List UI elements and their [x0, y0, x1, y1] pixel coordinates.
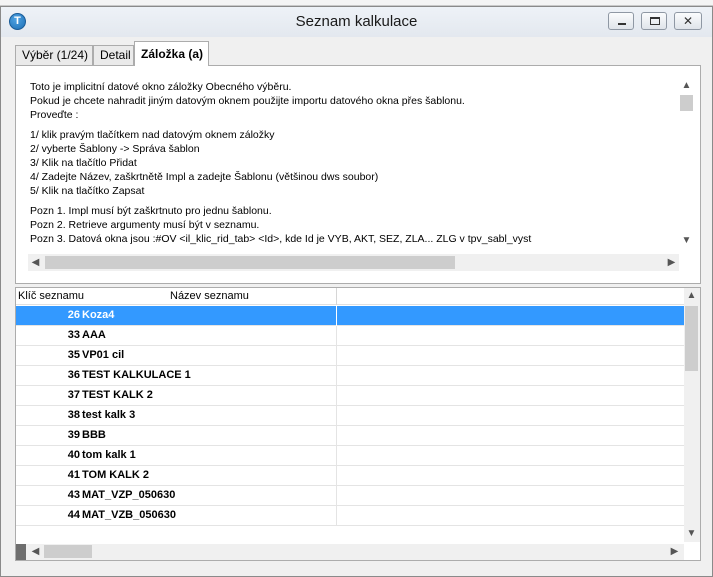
row-key: 36 — [67, 369, 80, 381]
table-row[interactable]: 40 tom kalk 1 — [16, 446, 684, 466]
maximize-icon — [650, 17, 660, 25]
list-grid: Klíč seznamu Název seznamu 26 Koza4 33 AAA… — [15, 287, 701, 561]
row-name: Koza4 — [82, 309, 115, 321]
scroll-thumb[interactable] — [45, 256, 455, 269]
table-row[interactable]: 33 AAA — [16, 326, 684, 346]
row-name: MAT_VZP_050630 — [82, 489, 176, 501]
scroll-left-icon[interactable]: ◀ — [28, 255, 43, 270]
close-button[interactable]: ✕ — [674, 12, 702, 30]
title-bar[interactable]: T Seznam kalkulace ✕ — [1, 7, 712, 37]
table-row[interactable]: 35 VP01 cil — [16, 346, 684, 366]
grid-horizontal-scrollbar[interactable]: ◀ ▶ — [16, 544, 684, 560]
info-line: 1/ klik pravým tlačítkem nad datovým okn… — [30, 129, 275, 141]
scroll-down-icon[interactable]: ▼ — [684, 526, 699, 541]
row-name: AAA — [82, 329, 106, 341]
row-name: tom kalk 1 — [82, 449, 136, 461]
column-header-key[interactable]: Klíč seznamu — [18, 290, 84, 302]
row-key: 26 — [67, 309, 80, 321]
table-row[interactable]: 41 TOM KALK 2 — [16, 466, 684, 486]
maximize-button[interactable] — [641, 12, 667, 30]
tab-vyber[interactable]: Výběr (1/24) — [15, 45, 93, 65]
row-name: BBB — [82, 429, 106, 441]
info-line: Pozn 2. Retrieve argumenty musí být v se… — [30, 219, 260, 231]
column-header-name[interactable]: Název seznamu — [170, 290, 249, 302]
info-line: Pozn 3. Datová okna jsou :#OV <il_klic_r… — [30, 233, 532, 245]
scroll-thumb[interactable] — [685, 306, 698, 371]
table-row[interactable]: 43 MAT_VZP_050630 — [16, 486, 684, 506]
info-line: 5/ Klik na tlačítko Zapsat — [30, 185, 145, 197]
scroll-down-icon[interactable]: ▼ — [679, 233, 694, 248]
close-icon: ✕ — [682, 14, 694, 28]
table-row[interactable]: 37 TEST KALK 2 — [16, 386, 684, 406]
row-name: TEST KALK 2 — [82, 389, 153, 401]
info-text-area[interactable]: Toto je implicitní datové okno záložky O… — [28, 78, 679, 248]
dialog-window: T Seznam kalkulace ✕ Výběr (1/24) Detail… — [0, 6, 713, 577]
split-handle[interactable] — [16, 544, 26, 560]
table-row[interactable]: 44 MAT_VZB_050630 — [16, 506, 684, 526]
row-key: 44 — [67, 509, 80, 521]
scroll-up-icon[interactable]: ▲ — [684, 288, 699, 303]
tab-detail[interactable]: Detail — [93, 45, 134, 65]
table-row[interactable]: 38 test kalk 3 — [16, 406, 684, 426]
scroll-right-icon[interactable]: ▶ — [664, 255, 679, 270]
info-line: 3/ Klik na tlačítlo Přidat — [30, 157, 137, 169]
tab-panel-zalozka: Toto je implicitní datové okno záložky O… — [15, 65, 701, 284]
table-row[interactable]: 39 BBB — [16, 426, 684, 446]
info-line: Proveďte : — [30, 109, 79, 121]
grid-vertical-scrollbar[interactable]: ▲ ▼ — [684, 288, 700, 542]
info-line: Pozn 1. Impl musí být zaškrtnuto pro jed… — [30, 205, 272, 217]
info-horizontal-scrollbar[interactable]: ◀ ▶ — [28, 254, 679, 271]
minimize-button[interactable] — [608, 12, 634, 30]
row-name: TEST KALKULACE 1 — [82, 369, 191, 381]
scroll-right-icon[interactable]: ▶ — [667, 544, 682, 559]
grid-header: Klíč seznamu Název seznamu — [16, 288, 684, 305]
row-name: test kalk 3 — [82, 409, 136, 421]
row-name: MAT_VZB_050630 — [82, 509, 176, 521]
row-key: 33 — [67, 329, 80, 341]
minimize-icon — [618, 23, 626, 25]
row-name: VP01 cil — [82, 349, 125, 361]
table-row[interactable]: 26 Koza4 — [16, 306, 684, 326]
info-line: Toto je implicitní datové okno záložky O… — [30, 81, 292, 93]
row-key: 38 — [67, 409, 80, 421]
scroll-thumb[interactable] — [44, 545, 92, 558]
row-key: 41 — [67, 469, 80, 481]
row-key: 40 — [67, 449, 80, 461]
info-vertical-scrollbar[interactable]: ▲ ▼ — [679, 78, 694, 248]
scroll-up-icon[interactable]: ▲ — [679, 78, 694, 93]
info-line: Pokud je chcete nahradit jiným datovým o… — [30, 95, 465, 107]
row-key: 43 — [67, 489, 80, 501]
scroll-thumb[interactable] — [680, 95, 693, 111]
row-name: TOM KALK 2 — [82, 469, 150, 481]
scroll-left-icon[interactable]: ◀ — [28, 544, 43, 559]
table-row[interactable]: 36 TEST KALKULACE 1 — [16, 366, 684, 386]
row-key: 37 — [67, 389, 80, 401]
info-line: 4/ Zadejte Název, zaškrtnětě Impl a zade… — [30, 171, 379, 183]
row-key: 35 — [67, 349, 80, 361]
window-title: Seznam kalkulace — [295, 13, 418, 30]
row-key: 39 — [67, 429, 80, 441]
tab-zalozka[interactable]: Záložka (a) — [134, 41, 209, 66]
info-line: 2/ vyberte Šablony -> Správa šablon — [30, 143, 200, 155]
grid-rows: 26 Koza4 33 AAA 35 VP01 cil 36 TEST KALKULAC… — [16, 306, 684, 526]
